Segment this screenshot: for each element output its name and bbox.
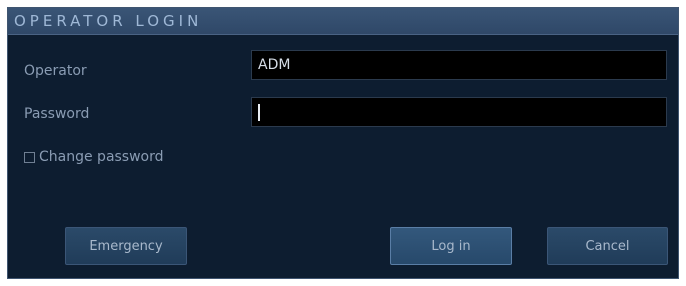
password-label: Password: [24, 106, 90, 122]
dialog-title: OPERATOR LOGIN: [8, 8, 678, 35]
operator-field[interactable]: ADM: [251, 50, 667, 80]
operator-login-dialog: OPERATOR LOGIN Operator ADM Password Cha…: [7, 7, 679, 279]
change-password-toggle[interactable]: Change password: [24, 149, 164, 165]
emergency-button[interactable]: Emergency: [65, 227, 187, 265]
password-field[interactable]: [251, 97, 667, 127]
change-password-label: Change password: [39, 149, 164, 165]
cancel-button[interactable]: Cancel: [547, 227, 668, 265]
login-button[interactable]: Log in: [390, 227, 512, 265]
text-caret: [258, 104, 260, 121]
operator-label: Operator: [24, 63, 87, 79]
change-password-checkbox[interactable]: [24, 151, 35, 163]
